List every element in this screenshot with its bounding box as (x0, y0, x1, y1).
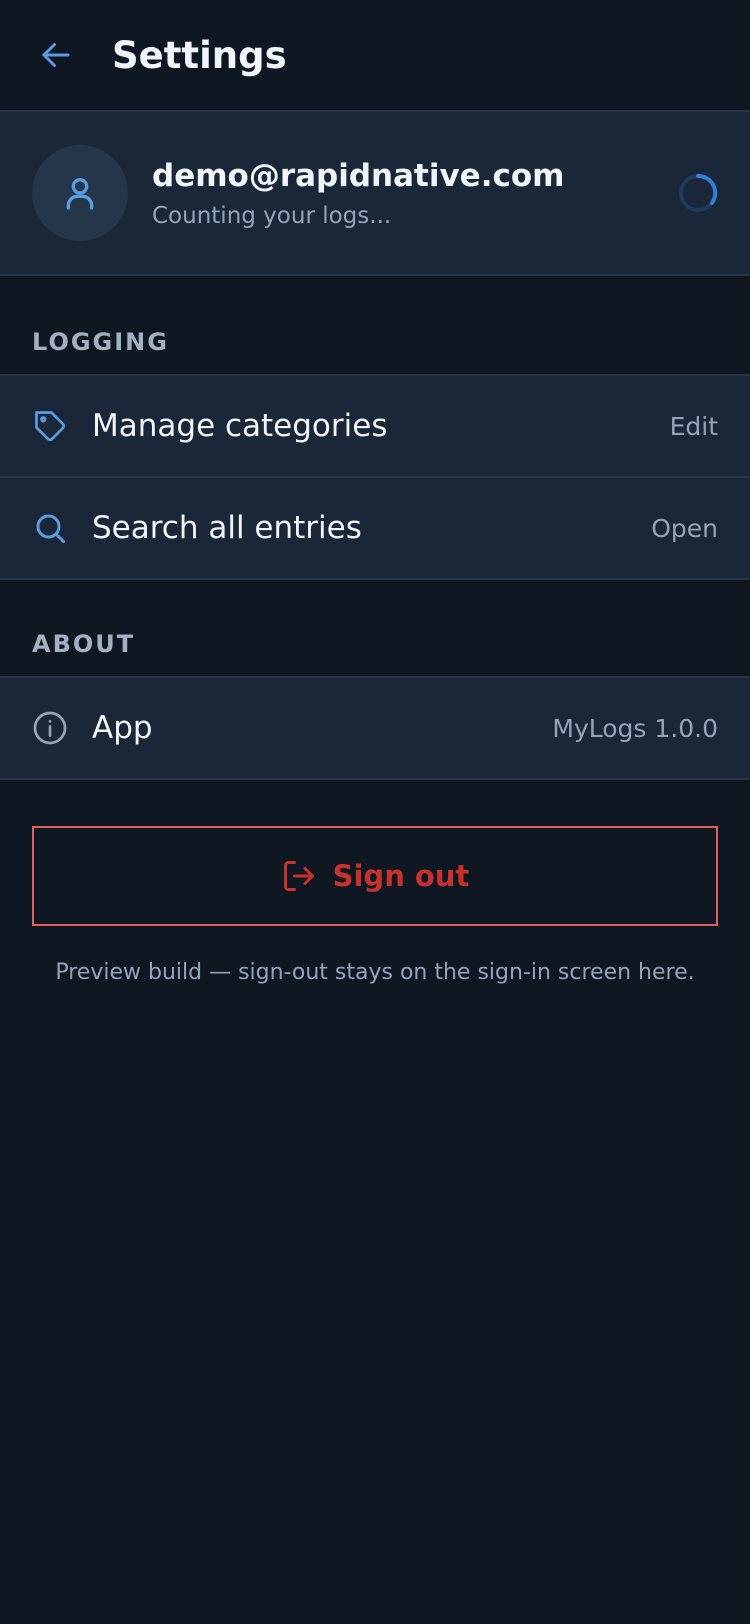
row-value: MyLogs 1.0.0 (552, 713, 718, 743)
app-version-row[interactable]: App MyLogs 1.0.0 (0, 678, 750, 780)
account-status: Counting your logs... (152, 203, 392, 229)
loading-spinner-icon (679, 173, 718, 212)
avatar (32, 145, 128, 241)
row-label: App (92, 710, 153, 746)
row-value: Edit (669, 411, 718, 441)
page-title: Settings (112, 33, 287, 77)
row-label: Search all entries (92, 510, 362, 546)
arrow-left-icon (42, 43, 70, 67)
back-button[interactable] (36, 35, 76, 75)
manage-categories-row[interactable]: Manage categories Edit (0, 376, 750, 478)
sign-out-button[interactable]: Sign out (32, 826, 718, 926)
section-label-logging: LOGGING (0, 276, 750, 376)
search-entries-row[interactable]: Search all entries Open (0, 478, 750, 580)
settings-screen: Settings demo@rapidnative.com Counting y… (0, 0, 750, 985)
search-icon (36, 514, 65, 543)
header: Settings (0, 0, 750, 112)
preview-note: Preview build — sign-out stays on the si… (55, 960, 695, 985)
sign-out-label: Sign out (332, 859, 470, 893)
row-value: Open (651, 513, 718, 543)
account-card: demo@rapidnative.com Counting your logs.… (0, 112, 750, 276)
log-out-icon (283, 861, 314, 891)
signout-area: Sign out Preview build — sign-out stays … (0, 780, 750, 985)
tag-icon (35, 411, 66, 442)
user-icon (66, 178, 94, 210)
section-label-about: ABOUT (0, 580, 750, 678)
account-email: demo@rapidnative.com (152, 158, 565, 194)
account-info: demo@rapidnative.com Counting your logs.… (152, 157, 564, 229)
row-label: Manage categories (92, 408, 388, 444)
info-icon (33, 711, 67, 745)
